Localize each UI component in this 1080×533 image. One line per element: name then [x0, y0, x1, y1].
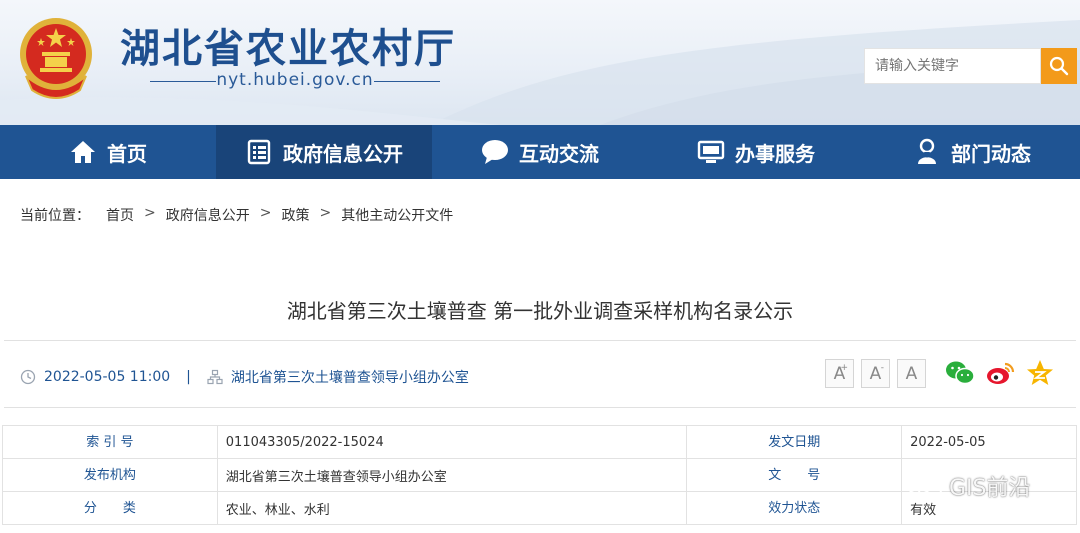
nav-item-label: 互动交流 [519, 141, 599, 166]
site-title: 湖北省农业农村厅 [120, 26, 456, 72]
breadcrumb-separator: > [319, 205, 332, 221]
info-value: 湖北省第三次土壤普查领导小组办公室 [216, 458, 688, 492]
nav-item-interaction[interactable]: 互动交流 [432, 125, 648, 179]
info-key: 发文日期 [686, 425, 903, 459]
search-input[interactable] [864, 48, 1041, 84]
breadcrumb-policy[interactable]: 政策 [281, 205, 309, 225]
breadcrumb-label: 当前位置： [20, 208, 90, 224]
clock-icon [20, 369, 36, 385]
info-key: 文 号 [686, 458, 903, 492]
org-chart-icon [207, 369, 223, 385]
share-icons [945, 358, 1055, 388]
font-decrease-button[interactable]: A- [861, 359, 890, 388]
nav-item-home[interactable]: 首页 [0, 125, 216, 179]
weibo-icon[interactable] [985, 358, 1015, 388]
font-reset-button[interactable]: A [897, 359, 926, 388]
wechat-icon[interactable] [945, 358, 975, 388]
qzone-icon[interactable] [1025, 358, 1055, 388]
national-emblem-icon [20, 18, 92, 99]
info-key: 索 引 号 [2, 425, 218, 459]
publish-datetime: 2022-05-05 11:00 [44, 369, 171, 385]
info-key: 分 类 [2, 491, 218, 525]
nav-item-label: 部门动态 [951, 141, 1031, 166]
info-value: 2022-05-05 [901, 425, 1077, 459]
main-nav: 首页 政府信息公开 互动交流 办事服务 部门动态 [0, 125, 1080, 179]
nav-item-news[interactable]: 部门动态 [864, 125, 1080, 179]
info-key: 效力状态 [686, 491, 903, 525]
watermark-text: GIS前沿 [949, 476, 1031, 501]
search-button[interactable] [1041, 48, 1077, 84]
breadcrumb-home[interactable]: 首页 [106, 205, 134, 225]
meta-divider: | [186, 369, 191, 385]
info-value: 农业、林业、水利 [216, 491, 688, 525]
breadcrumb-separator: > [144, 205, 156, 221]
breadcrumb-gov-info[interactable]: 政府信息公开 [166, 205, 250, 225]
document-list-icon [245, 138, 273, 166]
font-size-controls: A + A- A [825, 359, 926, 388]
divider [4, 340, 1076, 341]
wechat-watermark-icon [906, 473, 942, 500]
nav-item-gov-info[interactable]: 政府信息公开 [216, 125, 432, 179]
font-increase-button[interactable]: A + [825, 359, 854, 388]
watermark: GIS前沿 [905, 470, 1031, 502]
monitor-icon [697, 138, 725, 166]
site-header: 湖北省农业农村厅 nyt.hubei.gov.cn [0, 0, 1080, 125]
nav-item-label: 办事服务 [735, 141, 815, 166]
nav-item-label: 首页 [107, 141, 147, 166]
table-row: 索 引 号 011043305/2022-15024 发文日期 2022-05-… [2, 425, 1077, 459]
search-icon [1049, 56, 1069, 76]
divider [4, 407, 1076, 408]
chat-bubble-icon [481, 138, 509, 166]
info-key: 发布机构 [2, 458, 218, 492]
site-domain: nyt.hubei.gov.cn [150, 70, 440, 90]
nav-item-label: 政府信息公开 [283, 141, 403, 166]
article-meta: 2022-05-05 11:00 | 湖北省第三次土壤普查领导小组办公室 [20, 366, 469, 388]
breadcrumb-separator: > [259, 205, 272, 221]
home-icon [69, 138, 97, 166]
info-value: 011043305/2022-15024 [216, 425, 688, 459]
breadcrumb: 当前位置： 首页 > 政府信息公开 > 政策 > 其他主动公开文件 [20, 205, 453, 225]
publish-source: 湖北省第三次土壤普查领导小组办公室 [230, 370, 469, 386]
person-pin-icon [913, 138, 941, 166]
nav-item-services[interactable]: 办事服务 [648, 125, 864, 179]
article-title: 湖北省第三次土壤普查 第一批外业调查采样机构名录公示 [286, 299, 794, 323]
breadcrumb-other-files[interactable]: 其他主动公开文件 [341, 205, 453, 225]
